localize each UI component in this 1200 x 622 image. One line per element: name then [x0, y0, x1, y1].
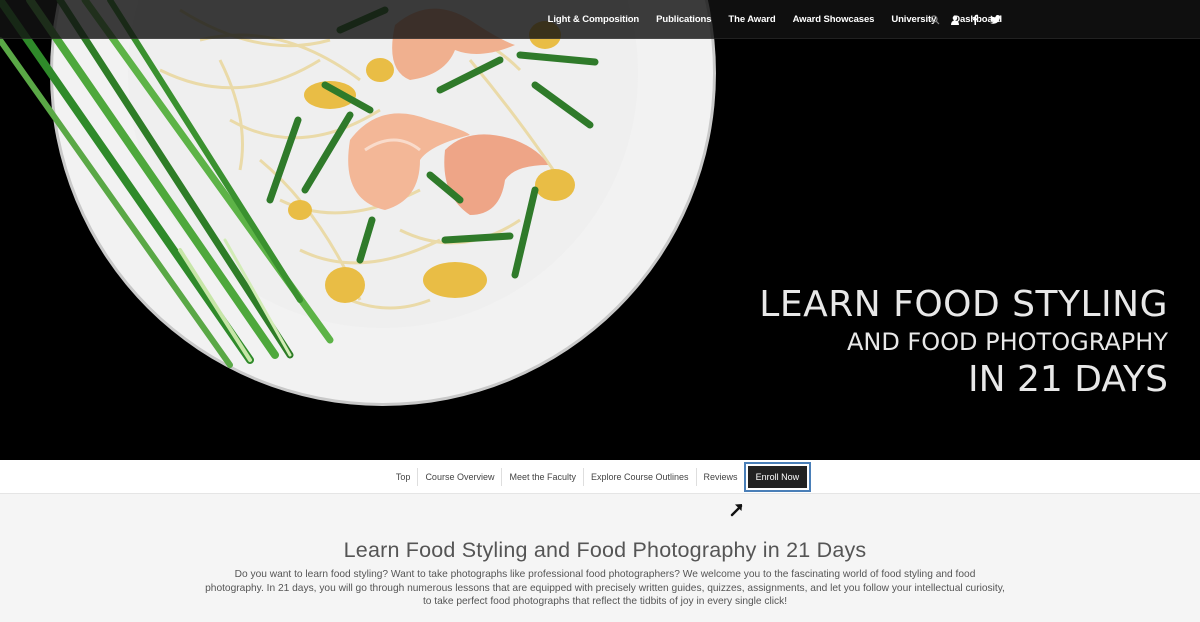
nav-icons	[925, 0, 1005, 39]
hero-banner: LEARN FOOD STYLING AND FOOD PHOTOGRAPHY …	[0, 0, 1200, 460]
hero-line-1: LEARN FOOD STYLING	[759, 284, 1168, 325]
hero-line-2: AND FOOD PHOTOGRAPHY	[846, 328, 1168, 356]
subnav-top[interactable]: Top	[389, 467, 419, 486]
nav-light-composition[interactable]: Light & Composition	[548, 14, 640, 25]
mouse-cursor-icon	[730, 504, 743, 517]
nav-the-award[interactable]: The Award	[728, 14, 775, 25]
subnav-explore-outlines[interactable]: Explore Course Outlines	[584, 467, 697, 486]
food-plate-image	[0, 0, 716, 406]
course-subnav: Top Course Overview Meet the Faculty Exp…	[0, 460, 1200, 494]
nav-publications[interactable]: Publications	[656, 14, 711, 25]
intro-paragraph: Do you want to learn food styling? Want …	[205, 569, 1005, 607]
top-navigation-bar: Light & Composition Publications The Awa…	[0, 0, 1200, 39]
hero-headline: LEARN FOOD STYLING AND FOOD PHOTOGRAPHY …	[759, 284, 1168, 402]
enroll-now-label: Enroll Now	[747, 465, 808, 488]
page-title: Learn Food Styling and Food Photography …	[343, 538, 867, 562]
subnav-meet-faculty[interactable]: Meet the Faculty	[502, 467, 584, 486]
search-icon[interactable]	[925, 10, 945, 30]
subnav-course-overview[interactable]: Course Overview	[418, 467, 503, 486]
twitter-icon[interactable]	[985, 10, 1005, 30]
subnav-reviews[interactable]: Reviews	[697, 468, 742, 486]
hero-line-3: IN 21 DAYS	[967, 359, 1168, 400]
enroll-now-button[interactable]: Enroll Now	[743, 461, 812, 492]
facebook-icon[interactable]	[965, 10, 985, 30]
nav-award-showcases[interactable]: Award Showcases	[793, 14, 875, 25]
user-icon[interactable]	[945, 10, 965, 30]
